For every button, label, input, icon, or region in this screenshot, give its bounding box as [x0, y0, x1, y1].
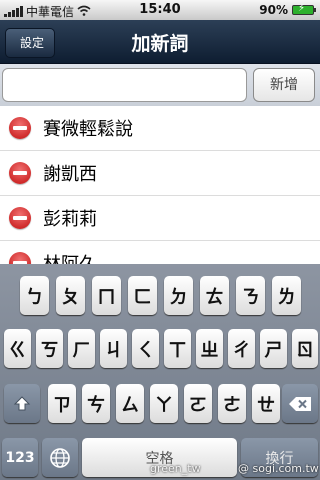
watermark-site: @ sogi.com.tw — [238, 462, 319, 475]
key-he[interactable]: ㄏ — [68, 329, 95, 368]
word-input[interactable] — [2, 68, 247, 102]
key-si[interactable]: ㄙ — [116, 384, 144, 423]
zhuyin-keyboard: ㄅ ㄆ ㄇ ㄈ ㄉ ㄊ ㄋ ㄌ ㄍ ㄎ ㄏ ㄐ ㄑ ㄒ ㄓ ㄔ ㄕ ㄖ ㄗ ㄘ … — [0, 264, 320, 480]
key-fo[interactable]: ㄈ — [128, 276, 157, 315]
add-word-button[interactable]: 新增 — [253, 68, 315, 102]
shift-icon — [13, 395, 31, 410]
word-label: 賽微輕鬆說 — [43, 119, 133, 140]
key-zi[interactable]: ㄗ — [48, 384, 76, 423]
key-qi[interactable]: ㄑ — [132, 329, 159, 368]
status-bar: 中華電信 15:40 90% ⚡ — [0, 0, 320, 20]
watermark-author: green_tw — [150, 462, 201, 475]
key-xi[interactable]: ㄒ — [164, 329, 191, 368]
backspace-icon — [289, 396, 311, 411]
word-list: 賽微輕鬆說 謝凱西 彭莉莉 林阿久 — [0, 106, 320, 264]
key-o[interactable]: ㄛ — [184, 384, 212, 423]
word-entry-area: 新增 — [0, 64, 320, 106]
word-label: 林阿久 — [43, 250, 97, 264]
key-te[interactable]: ㄊ — [200, 276, 229, 315]
navigation-bar: 設定 加新詞 — [0, 20, 320, 64]
word-label: 謝凱西 — [43, 164, 97, 185]
key-a[interactable]: ㄚ — [150, 384, 178, 423]
key-ne[interactable]: ㄋ — [236, 276, 265, 315]
key-ri[interactable]: ㄖ — [292, 329, 318, 368]
key-le[interactable]: ㄌ — [272, 276, 301, 315]
backspace-key[interactable] — [282, 384, 318, 423]
numbers-key[interactable]: 123 — [2, 438, 38, 477]
key-po[interactable]: ㄆ — [56, 276, 85, 315]
list-item[interactable]: 林阿久 — [0, 241, 320, 264]
key-ge[interactable]: ㄍ — [4, 329, 31, 368]
page-title: 加新詞 — [131, 33, 189, 55]
key-zhi[interactable]: ㄓ — [196, 329, 223, 368]
globe-icon — [50, 447, 70, 468]
key-ji[interactable]: ㄐ — [100, 329, 127, 368]
key-bo[interactable]: ㄅ — [20, 276, 49, 315]
list-item[interactable]: 彭莉莉 — [0, 196, 320, 241]
delete-icon[interactable] — [9, 117, 31, 139]
key-chi[interactable]: ㄔ — [228, 329, 255, 368]
list-item[interactable]: 賽微輕鬆說 — [0, 106, 320, 151]
key-de[interactable]: ㄉ — [164, 276, 193, 315]
shift-key[interactable] — [4, 384, 40, 423]
key-eh[interactable]: ㄝ — [252, 384, 280, 423]
battery-percent: 90% — [259, 3, 288, 17]
delete-icon[interactable] — [9, 207, 31, 229]
key-e[interactable]: ㄜ — [218, 384, 246, 423]
battery-icon: ⚡ — [292, 3, 316, 15]
key-shi[interactable]: ㄕ — [260, 329, 287, 368]
key-ci[interactable]: ㄘ — [82, 384, 110, 423]
key-ke[interactable]: ㄎ — [36, 329, 63, 368]
delete-icon[interactable] — [9, 162, 31, 184]
key-mo[interactable]: ㄇ — [92, 276, 121, 315]
list-item[interactable]: 謝凱西 — [0, 151, 320, 196]
globe-key[interactable] — [42, 438, 78, 477]
word-label: 彭莉莉 — [43, 209, 97, 230]
status-right: 90% ⚡ — [259, 3, 316, 17]
delete-icon[interactable] — [9, 252, 31, 264]
